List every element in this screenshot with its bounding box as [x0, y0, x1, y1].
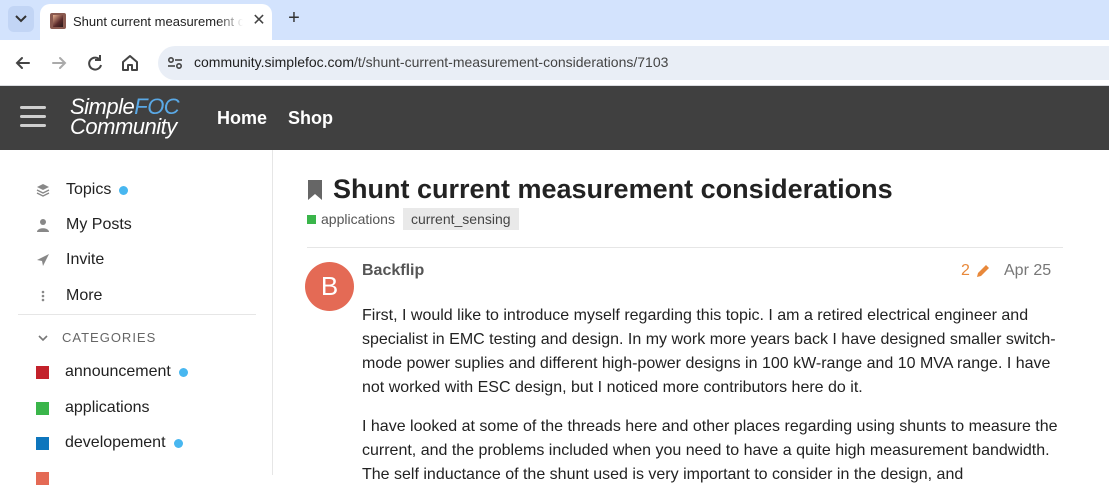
nav-home-link[interactable]: Home: [217, 108, 267, 129]
main-content: Shunt current measurement considerations…: [273, 150, 1109, 483]
user-icon: [36, 218, 50, 232]
forward-icon[interactable]: [48, 52, 70, 74]
back-icon[interactable]: [12, 52, 34, 74]
sidebar-item-topics[interactable]: Topics: [36, 178, 129, 202]
sidebar-divider: [18, 314, 256, 315]
favicon-icon: [50, 13, 66, 29]
sidebar-item-my-posts[interactable]: My Posts: [36, 213, 132, 237]
category-color-swatch: [36, 436, 49, 450]
sidebar-item-more[interactable]: More: [36, 284, 102, 308]
tag-current-sensing[interactable]: current_sensing: [402, 208, 519, 230]
categories-section-toggle[interactable]: CATEGORIES: [38, 330, 156, 345]
post-paragraph: I have looked at some of the threads her…: [362, 418, 1058, 483]
tab-search-chevron-icon[interactable]: [8, 6, 34, 32]
ellipsis-vertical-icon: [36, 289, 50, 303]
bookmark-icon[interactable]: [307, 179, 323, 201]
new-indicator-dot: [178, 367, 188, 377]
browser-tab-bar: Shunt current measurement considerations…: [0, 0, 1109, 40]
address-bar-row: community.simplefoc.com/t/shunt-current-…: [0, 40, 1109, 86]
nav-shop-link[interactable]: Shop: [288, 108, 333, 129]
new-indicator-dot: [119, 185, 129, 195]
pencil-icon: [976, 265, 989, 277]
category-color-swatch: [36, 401, 49, 415]
url-text: community.simplefoc.com/t/shunt-current-…: [194, 54, 669, 70]
sidebar-category-applications[interactable]: applications: [36, 396, 150, 420]
chevron-down-icon: [38, 334, 48, 341]
paper-plane-icon: [36, 253, 50, 267]
site-logo[interactable]: SimpleFOC Community: [70, 96, 195, 140]
reload-icon[interactable]: [84, 52, 106, 74]
category-color-swatch: [36, 471, 49, 485]
avatar[interactable]: B: [305, 262, 354, 311]
new-indicator-dot: [173, 438, 183, 448]
edit-history-button[interactable]: 2: [961, 262, 992, 280]
topic-tags: applications current_sensing: [307, 208, 519, 230]
tab-title: Shunt current measurement considerations: [73, 14, 243, 29]
post-paragraph: First, I would like to introduce myself …: [362, 307, 1056, 396]
sidebar: Topics My Posts Invite More CATEGORIES a…: [0, 150, 273, 485]
url-omnibox[interactable]: community.simplefoc.com/t/shunt-current-…: [158, 46, 1109, 80]
sidebar-category-developement[interactable]: developement: [36, 431, 183, 455]
browser-tab[interactable]: Shunt current measurement considerations…: [40, 4, 272, 40]
new-tab-icon[interactable]: +: [284, 8, 304, 28]
category-badge[interactable]: applications: [307, 211, 395, 227]
post-username[interactable]: Backflip: [362, 262, 424, 280]
site-header: SimpleFOC Community Home Shop: [0, 86, 1109, 150]
hamburger-menu-icon[interactable]: [20, 106, 46, 130]
post-date[interactable]: Apr 25: [1004, 262, 1051, 280]
home-icon[interactable]: [119, 52, 141, 74]
tab-close-icon[interactable]: ✕: [250, 12, 268, 30]
post-body: First, I would like to introduce myself …: [362, 304, 1062, 502]
site-settings-icon[interactable]: [166, 54, 184, 72]
layers-icon: [36, 183, 50, 197]
topic-title[interactable]: Shunt current measurement considerations: [307, 174, 893, 205]
sidebar-category-announcement[interactable]: announcement: [36, 360, 188, 384]
topic-divider: [307, 247, 1063, 248]
category-color-swatch: [36, 365, 49, 379]
sidebar-item-invite[interactable]: Invite: [36, 248, 104, 272]
sidebar-category-partial[interactable]: [36, 466, 65, 490]
